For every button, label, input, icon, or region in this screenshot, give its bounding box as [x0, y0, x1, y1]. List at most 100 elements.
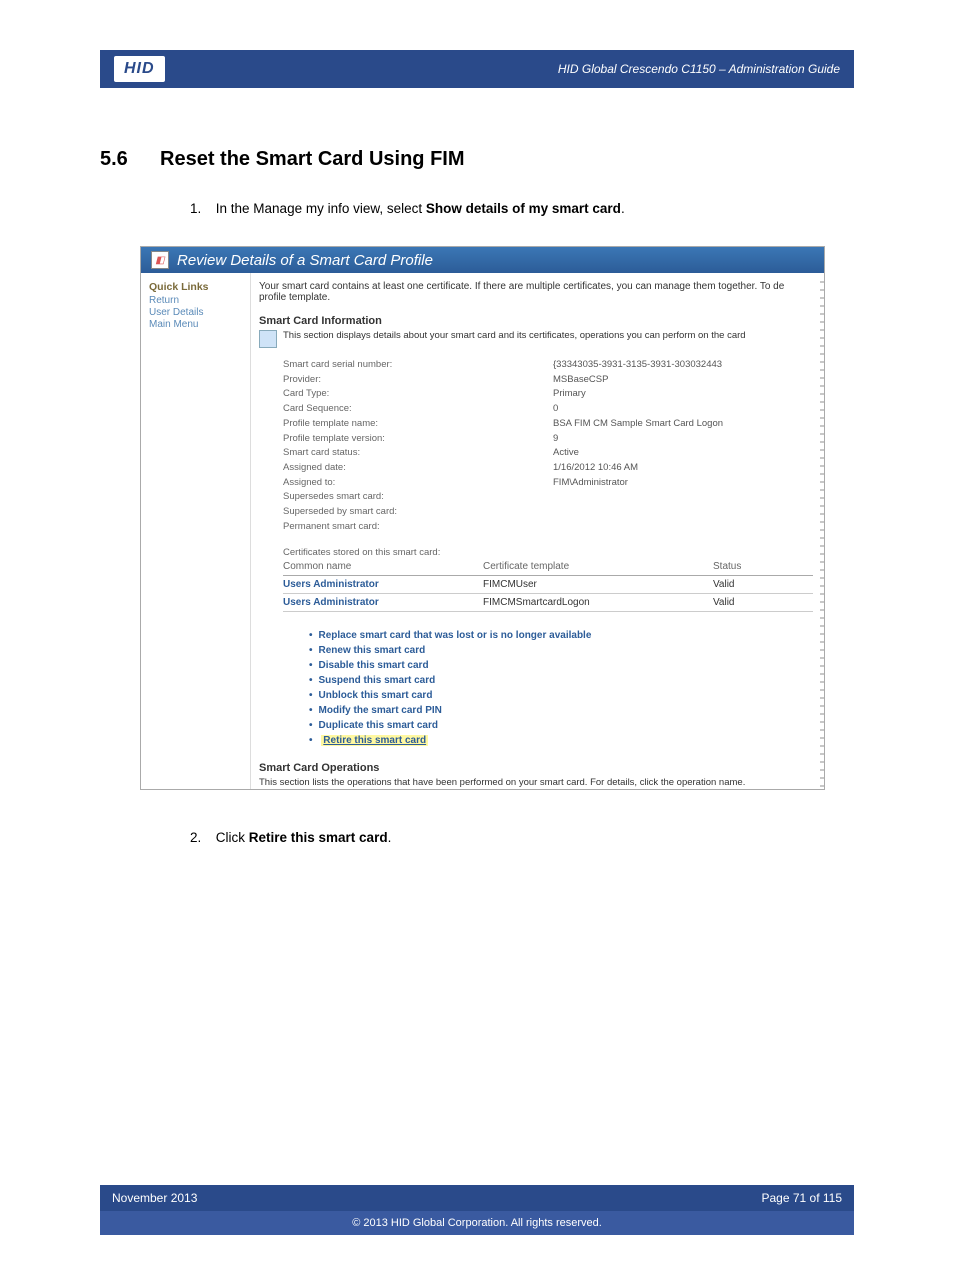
kv-row: Superseded by smart card:: [283, 505, 824, 520]
action-unblock[interactable]: • Unblock this smart card: [309, 690, 824, 701]
action-duplicate[interactable]: • Duplicate this smart card: [309, 720, 824, 731]
kv-value: 9: [553, 432, 824, 447]
certs-table: Common name Certificate template Status …: [283, 558, 813, 612]
torn-edge-decoration: [820, 275, 825, 787]
step-2: 2. Click Retire this smart card.: [190, 830, 854, 845]
kv-label: Supersedes smart card:: [283, 490, 553, 505]
cert-template: FIMCMSmartcardLogon: [483, 593, 713, 611]
cert-status: Valid: [713, 575, 813, 593]
intro-text: Your smart card contains at least one ce…: [259, 281, 824, 303]
kv-row: Card Type:Primary: [283, 387, 824, 402]
screenshot-titlebar: ◧ Review Details of a Smart Card Profile: [141, 247, 824, 273]
kv-table: Smart card serial number:{33343035-3931-…: [283, 358, 824, 535]
action-label: Disable this smart card: [319, 660, 429, 671]
sidebar-item-main-menu[interactable]: Main Menu: [149, 319, 242, 330]
intro-line1: Your smart card contains at least one ce…: [259, 281, 784, 292]
action-modify-pin[interactable]: • Modify the smart card PIN: [309, 705, 824, 716]
kv-value: MSBaseCSP: [553, 373, 824, 388]
kv-value: FIM\Administrator: [553, 476, 824, 491]
kv-label: Assigned date:: [283, 461, 553, 476]
footer-copyright: © 2013 HID Global Corporation. All right…: [100, 1211, 854, 1235]
cert-row: Users Administrator FIMCMSmartcardLogon …: [283, 593, 813, 611]
ops-sub-text: This section lists the operations that h…: [259, 777, 824, 788]
bullet-icon: •: [309, 630, 313, 641]
step-1-text-c: .: [621, 201, 625, 216]
window-icon: ◧: [151, 251, 169, 269]
kv-row: Supersedes smart card:: [283, 490, 824, 505]
kv-value: Active: [553, 446, 824, 461]
kv-label: Permanent smart card:: [283, 520, 553, 535]
kv-row: Permanent smart card:: [283, 520, 824, 535]
cert-row: Users Administrator FIMCMUser Valid: [283, 575, 813, 593]
step-1-number: 1.: [190, 201, 212, 216]
step-2-bold: Retire this smart card: [249, 830, 388, 845]
kv-row: Assigned to:FIM\Administrator: [283, 476, 824, 491]
kv-value: [553, 520, 824, 535]
step-1: 1. In the Manage my info view, select Sh…: [190, 201, 854, 216]
footer-top: November 2013 Page 71 of 115: [100, 1185, 854, 1211]
sidebar-item-user-details[interactable]: User Details: [149, 307, 242, 318]
quick-links-sidebar: Quick Links Return User Details Main Men…: [141, 273, 251, 790]
info-sub-row: This section displays details about your…: [259, 330, 824, 348]
certs-header-row: Common name Certificate template Status: [283, 558, 813, 576]
smart-card-ops-heading: Smart Card Operations: [259, 762, 824, 774]
kv-value: [553, 490, 824, 505]
doc-footer: November 2013 Page 71 of 115 © 2013 HID …: [100, 1185, 854, 1235]
cert-common-name[interactable]: Users Administrator: [283, 575, 483, 593]
bullet-icon: •: [309, 735, 313, 746]
kv-label: Superseded by smart card:: [283, 505, 553, 520]
step-2-number: 2.: [190, 830, 212, 845]
bullet-icon: •: [309, 690, 313, 701]
info-sub-text: This section displays details about your…: [283, 330, 746, 341]
screenshot-main: Your smart card contains at least one ce…: [251, 273, 824, 790]
col-common-name: Common name: [283, 558, 483, 576]
cert-common-name[interactable]: Users Administrator: [283, 593, 483, 611]
screenshot-panel: ◧ Review Details of a Smart Card Profile…: [140, 246, 825, 790]
kv-label: Profile template version:: [283, 432, 553, 447]
action-renew[interactable]: •Renew this smart card: [309, 645, 824, 656]
sidebar-item-return[interactable]: Return: [149, 295, 242, 306]
kv-label: Card Sequence:: [283, 402, 553, 417]
footer-date: November 2013: [112, 1191, 197, 1205]
smart-card-info-heading: Smart Card Information: [259, 315, 824, 327]
action-label: Duplicate this smart card: [319, 720, 438, 731]
quick-links-heading: Quick Links: [149, 281, 242, 293]
action-label: Suspend this smart card: [319, 675, 436, 686]
action-replace[interactable]: •Replace smart card that was lost or is …: [309, 630, 824, 641]
bullet-icon: •: [309, 720, 313, 731]
kv-label: Assigned to:: [283, 476, 553, 491]
action-label: Modify the smart card PIN: [319, 705, 442, 716]
action-retire-wrapper[interactable]: • Retire this smart card: [309, 735, 824, 750]
action-retire[interactable]: Retire this smart card: [321, 735, 428, 746]
kv-row: Profile template version:9: [283, 432, 824, 447]
step-2-text-a: Click: [216, 830, 249, 845]
kv-row: Smart card status:Active: [283, 446, 824, 461]
section-number: 5.6: [100, 148, 160, 171]
kv-label: Smart card status:: [283, 446, 553, 461]
kv-value: Primary: [553, 387, 824, 402]
bullet-icon: •: [309, 645, 313, 656]
footer-page: Page 71 of 115: [761, 1191, 842, 1205]
action-label: Unblock this smart card: [319, 690, 433, 701]
step-1-text-a: In the Manage my info view, select: [216, 201, 426, 216]
actions-list: •Replace smart card that was lost or is …: [309, 630, 824, 750]
action-disable[interactable]: •Disable this smart card: [309, 660, 824, 671]
doc-title: HID Global Crescendo C1150 – Administrat…: [558, 62, 840, 76]
kv-value: 0: [553, 402, 824, 417]
kv-row: Smart card serial number:{33343035-3931-…: [283, 358, 824, 373]
section-heading: 5.6Reset the Smart Card Using FIM: [100, 148, 854, 171]
step-2-text-c: .: [388, 830, 392, 845]
kv-row: Card Sequence:0: [283, 402, 824, 417]
kv-value: [553, 505, 824, 520]
col-cert-template: Certificate template: [483, 558, 713, 576]
kv-label: Smart card serial number:: [283, 358, 553, 373]
col-status: Status: [713, 558, 813, 576]
kv-row: Provider:MSBaseCSP: [283, 373, 824, 388]
bullet-icon: •: [309, 705, 313, 716]
kv-label: Profile template name:: [283, 417, 553, 432]
intro-line2: profile template.: [259, 292, 330, 303]
action-suspend[interactable]: •Suspend this smart card: [309, 675, 824, 686]
kv-label: Card Type:: [283, 387, 553, 402]
kv-row: Profile template name:BSA FIM CM Sample …: [283, 417, 824, 432]
kv-label: Provider:: [283, 373, 553, 388]
